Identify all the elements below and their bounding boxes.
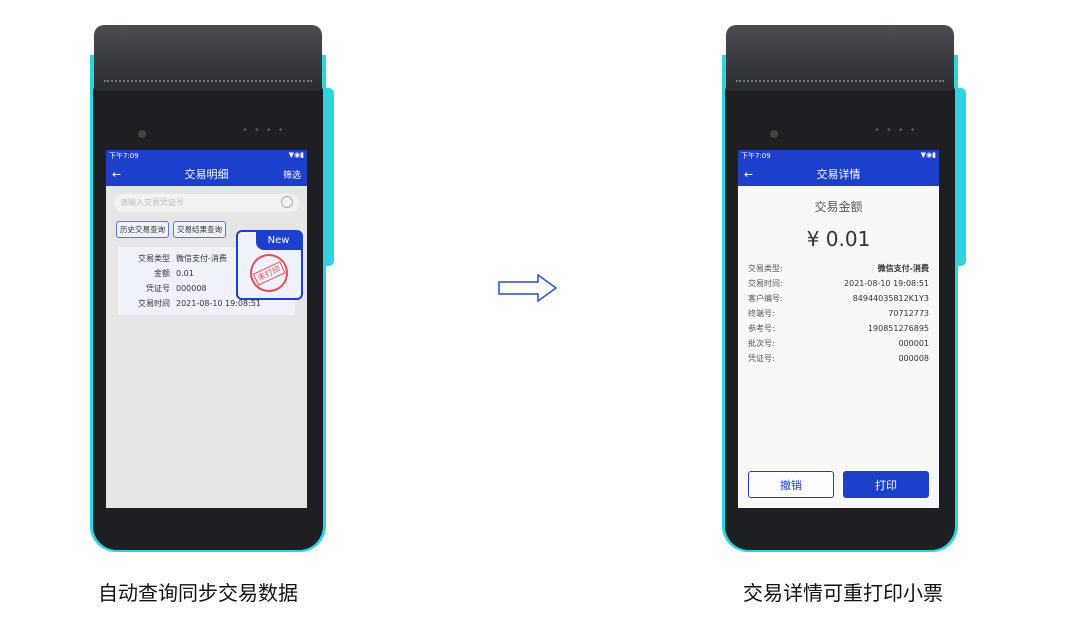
screen-transaction-detail: 下午7:09 ▼◉▮ ← 交易详情 交易金额 ¥ 0.01 交易类型: 微信支付-消… [738, 150, 939, 508]
printer-head [726, 25, 954, 91]
status-bar: 下午7:09 ▼◉▮ [738, 150, 939, 162]
signal-icon: ▼◉▮ [920, 151, 936, 159]
voucher-search-input[interactable]: 请输入交易凭证号 [114, 194, 299, 212]
printer-head [94, 25, 322, 91]
amount-label: 交易金额 [814, 200, 863, 214]
pos-device-left: •••• 下午7:09 ▼◉▮ ← 交易明细 筛选 请输入交易凭证号 历史交易查询… [90, 25, 334, 552]
app-bar: ← 交易明细 筛选 [106, 162, 307, 186]
app-bar: ← 交易详情 [738, 162, 939, 186]
status-bar: 下午7:09 ▼◉▮ [106, 150, 307, 162]
pos-device-right: •••• 下午7:09 ▼◉▮ ← 交易详情 交易金额 ¥ 0.01 交易类型: 微… [722, 25, 966, 552]
unprinted-stamp: 未打印 [243, 247, 295, 299]
back-arrow-icon[interactable]: ← [744, 168, 753, 181]
page-title: 交易明细 [184, 168, 229, 181]
arrow-right-icon [498, 274, 558, 302]
amount-value: ¥ 0.01 [806, 227, 871, 251]
camera-icon [138, 130, 146, 138]
back-arrow-icon[interactable]: ← [112, 168, 121, 181]
print-button[interactable]: 打印 [843, 471, 929, 498]
search-icon[interactable] [281, 196, 293, 208]
detail-rows: 交易类型: 微信支付-消费 交易时间: 2021-08-10 19:08:51 客户… [748, 264, 929, 363]
result-query-button[interactable]: 交易结果查询 [173, 221, 226, 238]
page-title: 交易详情 [816, 168, 861, 181]
history-query-button[interactable]: 历史交易查询 [116, 221, 169, 238]
caption-right: 交易详情可重打印小票 [743, 581, 943, 605]
camera-icon [770, 130, 778, 138]
new-badge-popup: New 未打印 [236, 230, 303, 300]
caption-left: 自动查询同步交易数据 [98, 581, 298, 605]
filter-button[interactable]: 筛选 [283, 168, 301, 181]
signal-icon: ▼◉▮ [288, 151, 304, 159]
screen-transaction-list: 下午7:09 ▼◉▮ ← 交易明细 筛选 请输入交易凭证号 历史交易查询 交易结果… [106, 150, 307, 508]
void-button[interactable]: 撤销 [748, 471, 834, 498]
